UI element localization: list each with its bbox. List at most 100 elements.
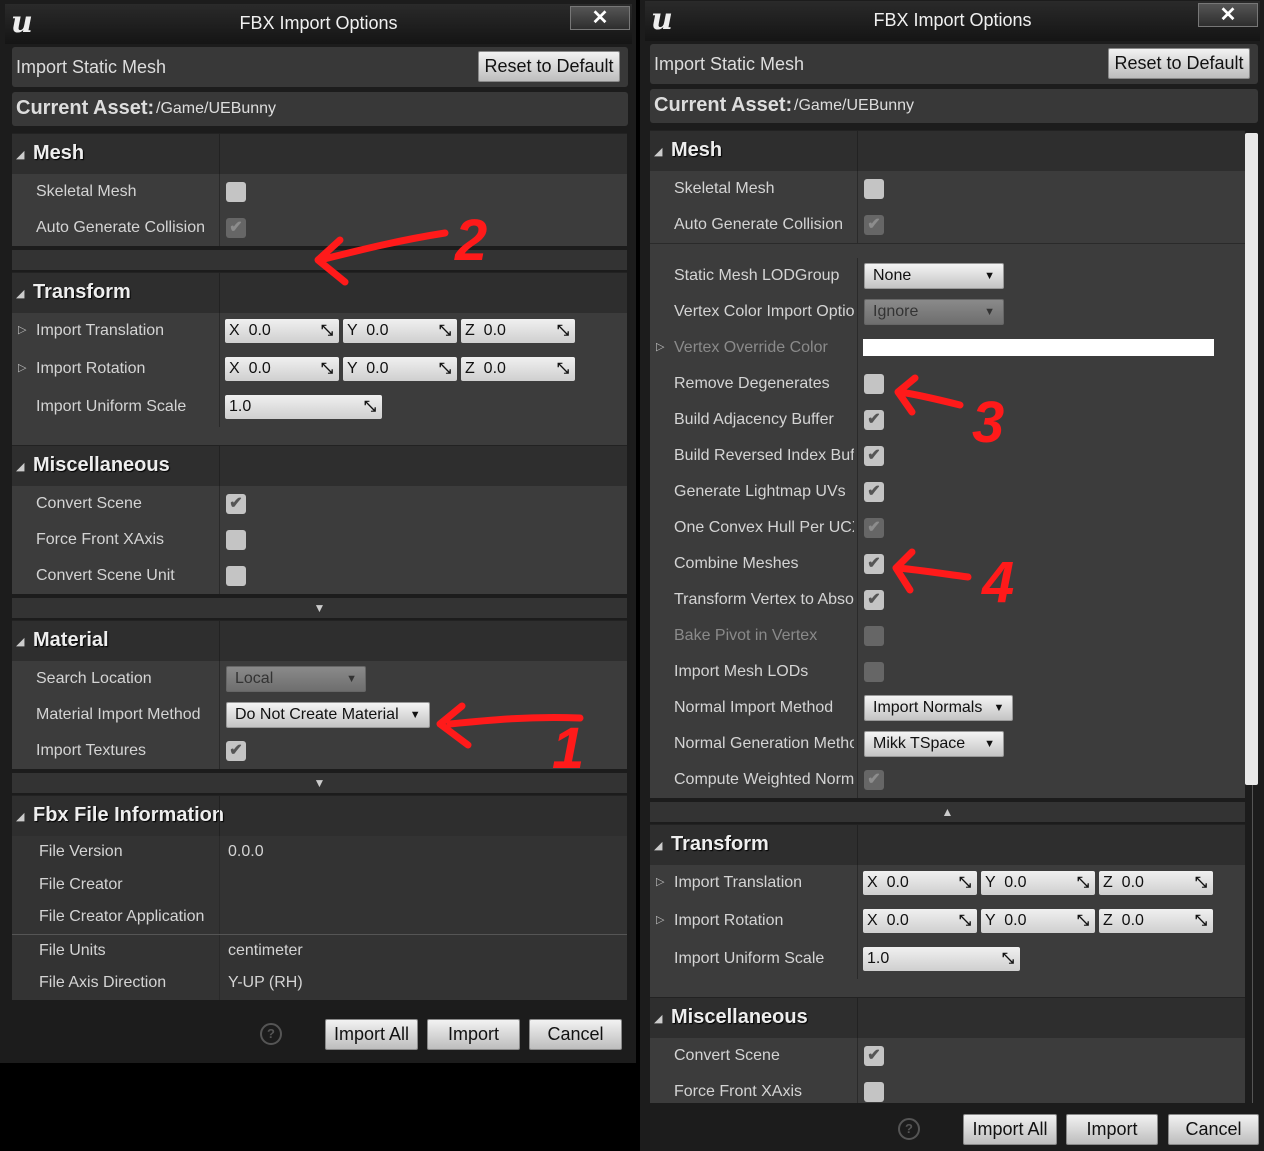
expand-advanced-button[interactable]: ▼ xyxy=(12,773,627,793)
collapse-triangle-icon[interactable]: ◢ xyxy=(16,810,24,823)
axis-label: X xyxy=(229,360,249,377)
convert-scene-checkbox[interactable]: ✔ xyxy=(864,1046,884,1066)
normal-import-method-dropdown[interactable]: Import Normals ▼ xyxy=(864,695,1014,721)
drag-spin-icon[interactable]: ⤡ xyxy=(557,357,569,381)
drag-spin-icon[interactable]: ⤡ xyxy=(1195,871,1207,895)
import-translation-z-field[interactable]: Z 0.0 ⤡ xyxy=(461,319,575,343)
collapse-triangle-icon[interactable]: ◢ xyxy=(654,839,662,852)
build-reversed-index-buffer-checkbox[interactable]: ✔ xyxy=(864,446,884,466)
drag-spin-icon[interactable]: ⤡ xyxy=(1077,909,1089,933)
convert-scene-checkbox[interactable]: ✔ xyxy=(226,494,246,514)
drag-spin-icon[interactable]: ⤡ xyxy=(439,319,451,343)
expand-advanced-button[interactable]: ▼ xyxy=(12,598,627,618)
import-all-button[interactable]: Import All xyxy=(963,1114,1057,1145)
collapse-triangle-icon[interactable]: ◢ xyxy=(654,145,662,158)
property-label: Force Front XAxis xyxy=(36,531,165,548)
property-label: Search Location xyxy=(36,670,152,687)
collapse-triangle-icon[interactable]: ◢ xyxy=(16,287,24,300)
expand-advanced-button[interactable]: ▼ xyxy=(12,250,627,270)
axis-value: 0.0 xyxy=(1121,912,1144,929)
category-header-miscellaneous[interactable]: ◢ Miscellaneous xyxy=(650,997,1245,1038)
column-divider xyxy=(857,207,858,243)
transform-vertex-to-absolute-checkbox[interactable]: ✔ xyxy=(864,590,884,610)
convert-scene-unit-checkbox[interactable] xyxy=(226,566,246,586)
import-all-button[interactable]: Import All xyxy=(325,1019,418,1050)
collapse-triangle-icon[interactable]: ◢ xyxy=(16,460,24,473)
category-header-material[interactable]: ◢ Material xyxy=(12,620,627,661)
material-import-method-dropdown[interactable]: Do Not Create Material ▼ xyxy=(226,702,430,728)
category-header-fbx-file-information[interactable]: ◢ Fbx File Information xyxy=(12,795,627,836)
force-front-xaxis-checkbox[interactable] xyxy=(864,1082,884,1102)
column-divider xyxy=(857,294,858,330)
vertex-override-color-swatch[interactable] xyxy=(863,339,1214,356)
scrollbar-thumb[interactable] xyxy=(1245,133,1258,785)
property-label: Remove Degenerates xyxy=(674,375,830,392)
category-header-mesh[interactable]: ◢ Mesh xyxy=(650,130,1245,171)
import-translation-x-field[interactable]: X 0.0 ⤡ xyxy=(225,319,339,343)
normal-generation-method-dropdown[interactable]: Mikk TSpace ▼ xyxy=(864,731,1004,757)
skeletal-mesh-checkbox[interactable] xyxy=(226,182,246,202)
cancel-button[interactable]: Cancel xyxy=(1168,1114,1259,1145)
import-rotation-x-field[interactable]: X 0.0 ⤡ xyxy=(225,357,339,381)
expand-arrow-icon[interactable]: ▷ xyxy=(18,323,26,336)
force-front-xaxis-checkbox[interactable] xyxy=(226,530,246,550)
drag-spin-icon[interactable]: ⤡ xyxy=(1077,871,1089,895)
combine-meshes-checkbox[interactable]: ✔ xyxy=(864,554,884,574)
drag-spin-icon[interactable]: ⤡ xyxy=(1002,947,1014,971)
category-header-transform[interactable]: ◢ Transform xyxy=(650,824,1245,865)
collapse-triangle-icon[interactable]: ◢ xyxy=(654,1012,662,1025)
help-icon[interactable]: ? xyxy=(898,1118,920,1140)
column-divider xyxy=(219,210,220,246)
import-rotation-y-field[interactable]: Y 0.0 ⤡ xyxy=(343,357,457,381)
import-translation-z-field[interactable]: Z 0.0 ⤡ xyxy=(1099,871,1213,895)
collapse-advanced-button[interactable]: ▲ xyxy=(650,802,1245,822)
expand-arrow-icon[interactable]: ▷ xyxy=(18,361,26,374)
import-rotation-y-field[interactable]: Y 0.0 ⤡ xyxy=(981,909,1095,933)
drag-spin-icon[interactable]: ⤡ xyxy=(364,395,376,419)
import-rotation-x-field[interactable]: X 0.0 ⤡ xyxy=(863,909,977,933)
import-translation-y-field[interactable]: Y 0.0 ⤡ xyxy=(343,319,457,343)
import-rotation-z-field[interactable]: Z 0.0 ⤡ xyxy=(1099,909,1213,933)
close-icon[interactable]: ✕ xyxy=(570,6,630,30)
scrollbar-track[interactable] xyxy=(1252,785,1253,1103)
expand-arrow-icon[interactable]: ▷ xyxy=(656,913,664,926)
category-title: Mesh xyxy=(33,142,85,164)
drag-spin-icon[interactable]: ⤡ xyxy=(557,319,569,343)
cancel-button[interactable]: Cancel xyxy=(529,1019,622,1050)
import-uniform-scale-field[interactable]: 1.0 ⤡ xyxy=(863,947,1020,971)
drag-spin-icon[interactable]: ⤡ xyxy=(959,909,971,933)
import-button[interactable]: Import xyxy=(427,1019,520,1050)
drag-spin-icon[interactable]: ⤡ xyxy=(439,357,451,381)
skeletal-mesh-checkbox[interactable] xyxy=(864,179,884,199)
collapse-triangle-icon[interactable]: ◢ xyxy=(16,635,24,648)
expand-arrow-icon[interactable]: ▷ xyxy=(656,875,664,888)
import-translation-y-field[interactable]: Y 0.0 ⤡ xyxy=(981,871,1095,895)
reset-to-default-button[interactable]: Reset to Default xyxy=(478,51,620,82)
bake-pivot-in-vertex-checkbox xyxy=(864,626,884,646)
drag-spin-icon[interactable]: ⤡ xyxy=(959,871,971,895)
category-header-miscellaneous[interactable]: ◢ Miscellaneous xyxy=(12,445,627,486)
reset-to-default-button[interactable]: Reset to Default xyxy=(1108,48,1250,79)
close-icon[interactable]: ✕ xyxy=(1198,3,1258,27)
property-row-skeletal-mesh: Skeletal Mesh xyxy=(12,174,627,210)
generate-lightmap-uvs-checkbox[interactable]: ✔ xyxy=(864,482,884,502)
drag-spin-icon[interactable]: ⤡ xyxy=(321,319,333,343)
category-header-transform[interactable]: ◢ Transform xyxy=(12,272,627,313)
property-row-force-front-xaxis: Force Front XAxis xyxy=(650,1074,1245,1103)
drag-spin-icon[interactable]: ⤡ xyxy=(321,357,333,381)
import-textures-checkbox[interactable]: ✔ xyxy=(226,741,246,761)
build-adjacency-buffer-checkbox[interactable]: ✔ xyxy=(864,410,884,430)
import-rotation-z-field[interactable]: Z 0.0 ⤡ xyxy=(461,357,575,381)
category-header-mesh[interactable]: ◢ Mesh xyxy=(12,133,627,174)
static-mesh-lodgroup-dropdown[interactable]: None ▼ xyxy=(864,263,1004,289)
property-label: Build Reversed Index Buffer xyxy=(674,447,854,464)
import-uniform-scale-field[interactable]: 1.0 ⤡ xyxy=(225,395,382,419)
drag-spin-icon[interactable]: ⤡ xyxy=(1195,909,1207,933)
expand-arrow-icon[interactable]: ▷ xyxy=(656,340,664,353)
section-padding xyxy=(650,979,1245,997)
help-icon[interactable]: ? xyxy=(260,1023,282,1045)
import-translation-x-field[interactable]: X 0.0 ⤡ xyxy=(863,871,977,895)
remove-degenerates-checkbox[interactable] xyxy=(864,374,884,394)
collapse-triangle-icon[interactable]: ◢ xyxy=(16,148,24,161)
import-button[interactable]: Import xyxy=(1066,1114,1158,1145)
